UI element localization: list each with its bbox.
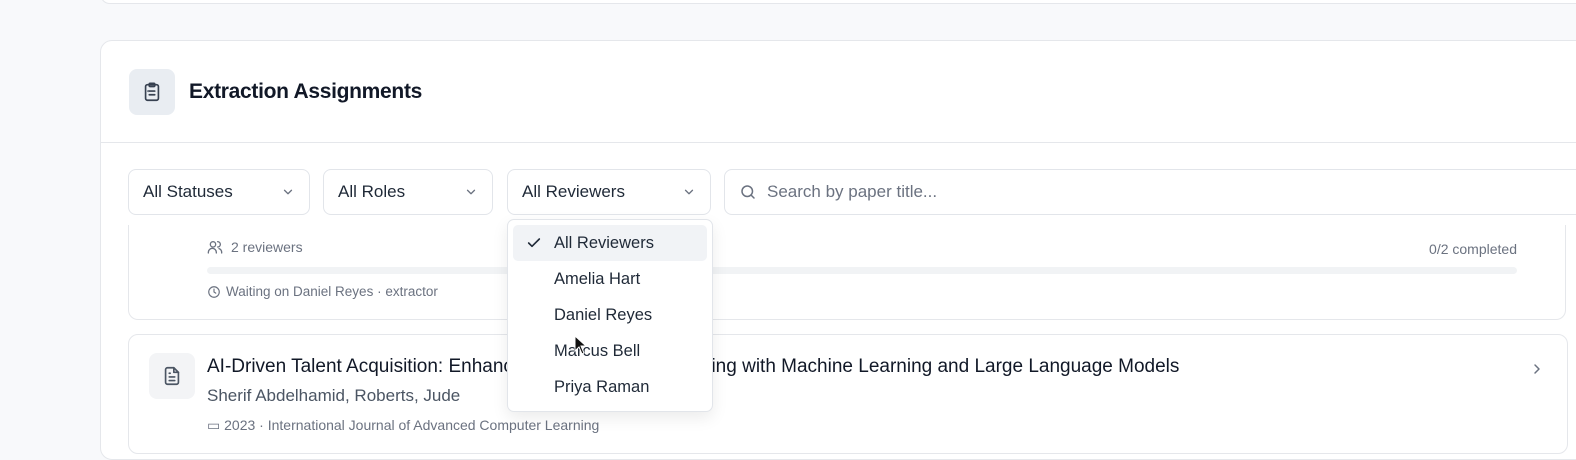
paper-card[interactable]: 2 reviewers 0/2 completed Waiting on Dan… [128, 225, 1566, 320]
panel-title: Extraction Assignments [189, 79, 423, 103]
search-icon [741, 185, 755, 199]
mouse-cursor-icon [574, 335, 588, 355]
option-label: All Reviewers [554, 233, 654, 252]
paper-year: 2023 [224, 417, 256, 433]
previous-card [100, 0, 1576, 4]
option-label: Priya Raman [554, 377, 650, 396]
reviewer-option-priya-raman[interactable]: Priya Raman [513, 369, 707, 405]
option-label: Daniel Reyes [554, 305, 653, 324]
clipboard-icon [129, 68, 175, 115]
filter-bar: All Statuses All Roles All Reviewers [128, 169, 1576, 215]
users-icon [207, 241, 223, 254]
reviewer-dropdown-menu: All Reviewers Amelia Hart Daniel Reyes M… [507, 219, 713, 412]
panel-header: Extraction Assignments [101, 41, 1576, 143]
calendar-icon: ▭ [207, 417, 221, 433]
clock-icon [208, 285, 220, 298]
paper-card[interactable]: AI-Driven Talent Acquisition: Enhancing … [128, 334, 1568, 454]
waiting-label: Waiting on Daniel Reyes · extractor [226, 284, 438, 299]
document-icon [149, 353, 195, 399]
check-icon [527, 238, 541, 248]
chevron-down-icon [283, 189, 293, 195]
reviewer-filter-select[interactable]: All Reviewers [507, 169, 711, 215]
reviewers-label: 2 reviewers [231, 239, 303, 255]
status-filter-value: All Statuses [143, 182, 233, 201]
paper-journal: International Journal of Advanced Comput… [267, 417, 600, 433]
option-label: Amelia Hart [554, 269, 641, 288]
role-filter-select[interactable]: All Roles [323, 169, 493, 215]
chevron-right-icon[interactable] [1529, 361, 1545, 377]
role-filter-value: All Roles [338, 182, 406, 201]
waiting-status: Waiting on Daniel Reyes · extractor [207, 284, 438, 299]
reviewer-filter-value: All Reviewers [522, 182, 625, 201]
paper-meta: ▭ 2023 · International Journal of Advanc… [207, 417, 599, 434]
chevron-down-icon [466, 189, 476, 195]
search-box [724, 169, 1576, 215]
status-filter-select[interactable]: All Statuses [128, 169, 310, 215]
meta-separator: · [259, 417, 268, 433]
search-input[interactable] [767, 182, 1467, 202]
reviewers-count: 2 reviewers [207, 239, 303, 255]
reviewer-option-daniel-reyes[interactable]: Daniel Reyes [513, 297, 707, 333]
option-label: Marcus Bell [554, 341, 641, 360]
progress-bar [207, 267, 1517, 274]
reviewer-option-all[interactable]: All Reviewers [513, 225, 707, 261]
chevron-down-icon [684, 189, 694, 195]
reviewer-option-marcus-bell[interactable]: Marcus Bell [513, 333, 707, 369]
paper-authors: Sherif Abdelhamid, Roberts, Jude [207, 386, 461, 405]
completion-status: 0/2 completed [1429, 241, 1517, 257]
reviewer-option-amelia-hart[interactable]: Amelia Hart [513, 261, 707, 297]
